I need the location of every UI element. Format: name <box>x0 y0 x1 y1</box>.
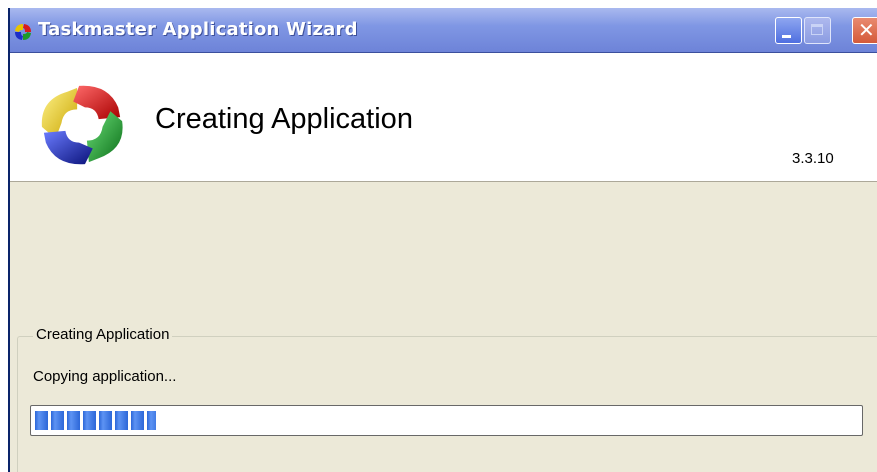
page-title: Creating Application <box>155 103 413 135</box>
progress-fill <box>35 411 157 430</box>
app-icon <box>15 24 31 40</box>
maximize-icon <box>811 24 823 35</box>
group-legend: Creating Application <box>33 326 173 343</box>
taskmaster-logo-icon <box>41 85 123 165</box>
minimize-icon <box>782 35 791 38</box>
close-button[interactable]: ✕ <box>852 17 877 44</box>
status-text: Copying application... <box>33 368 177 385</box>
close-icon: ✕ <box>858 18 875 42</box>
progress-bar <box>30 405 863 436</box>
wizard-window: Taskmaster Application Wizard ✕ Creating… <box>8 8 877 472</box>
wizard-header: Creating Application 3.3.10 <box>10 53 877 182</box>
minimize-button[interactable] <box>775 17 802 44</box>
progress-track <box>34 410 859 431</box>
title-bar[interactable]: Taskmaster Application Wizard ✕ <box>10 8 877 53</box>
maximize-button[interactable] <box>804 17 831 44</box>
version-label: 3.3.10 <box>792 150 834 167</box>
window-title: Taskmaster Application Wizard <box>38 19 358 40</box>
creating-application-group <box>17 336 877 472</box>
